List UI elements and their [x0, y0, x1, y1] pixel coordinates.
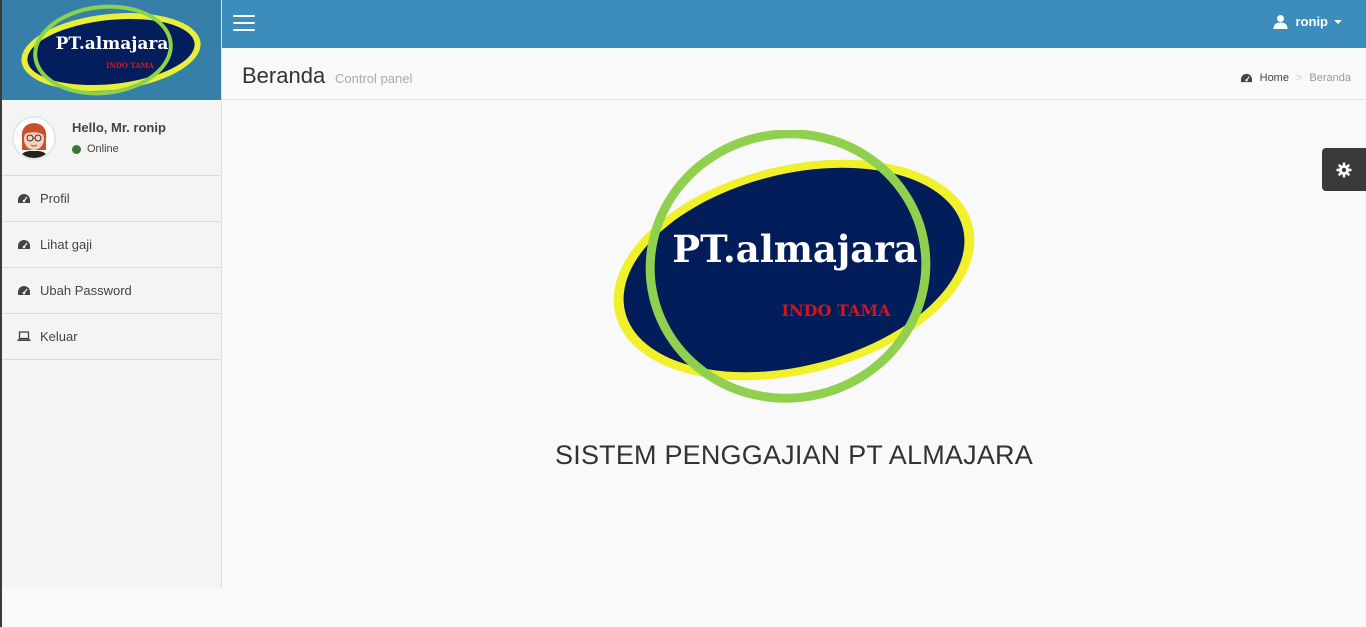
sidebar-item-keluar[interactable]: Keluar	[0, 314, 221, 360]
user-status: Online	[72, 143, 166, 155]
user-greeting: Hello, Mr. ronip	[72, 120, 166, 135]
status-label: Online	[87, 143, 119, 155]
svg-text:PT.almajara: PT.almajara	[672, 227, 917, 271]
breadcrumb: Home > Beranda	[1240, 72, 1351, 84]
main-company-logo: PT.almajara INDO TAMA	[608, 129, 980, 415]
sidebar-item-lihat-gaji[interactable]: Lihat gaji	[0, 222, 221, 268]
brand-logo[interactable]: PT.almajara INDO TAMA	[0, 0, 221, 100]
user-icon	[1273, 15, 1287, 29]
user-panel: Hello, Mr. ronip Online	[0, 100, 221, 176]
user-menu-dropdown[interactable]: ronip	[1273, 14, 1342, 29]
avatar	[12, 115, 56, 160]
company-logo: PT.almajara INDO TAMA	[20, 4, 201, 96]
breadcrumb-home-label: Home	[1259, 72, 1289, 84]
dashboard-icon	[17, 238, 31, 252]
system-title: SISTEM PENGGAJIAN PT ALMAJARA	[555, 440, 1033, 470]
sidebar-item-label: Profil	[40, 191, 70, 206]
svg-text:INDO TAMA: INDO TAMA	[781, 301, 891, 320]
laptop-icon	[17, 330, 31, 344]
sidebar-item-ubah-password[interactable]: Ubah Password	[0, 268, 221, 314]
breadcrumb-separator: >	[1295, 72, 1303, 84]
company-logo: PT.almajara INDO TAMA	[613, 129, 975, 403]
dashboard-icon	[1240, 73, 1252, 82]
page-subtitle: Control panel	[335, 71, 413, 86]
content-header: Beranda Control panel Home > Beranda	[222, 48, 1366, 100]
svg-text:PT.almajara: PT.almajara	[55, 34, 168, 54]
sidebar-item-label: Lihat gaji	[40, 237, 93, 252]
top-navbar: ronip	[222, 0, 1366, 48]
username-label: ronip	[1295, 14, 1329, 29]
sidebar-item-label: Ubah Password	[40, 283, 132, 298]
breadcrumb-home[interactable]: Home	[1240, 72, 1289, 84]
sidebar-item-profil[interactable]: Profil	[0, 176, 221, 222]
online-status-icon	[72, 144, 81, 154]
dashboard-icon	[17, 192, 31, 206]
sidebar-item-label: Keluar	[40, 329, 78, 344]
svg-text:INDO TAMA: INDO TAMA	[106, 61, 154, 70]
gear-icon	[1336, 162, 1352, 177]
sidebar-toggle-icon[interactable]	[233, 15, 255, 33]
caret-down-icon	[1334, 19, 1342, 24]
window-edge	[0, 0, 2, 627]
dashboard-icon	[17, 284, 31, 298]
settings-gear-button[interactable]	[1322, 148, 1366, 191]
sidebar: PT.almajara INDO TAMA Hello, Mr. ronip O…	[0, 0, 222, 588]
breadcrumb-current: Beranda	[1309, 72, 1351, 84]
page-title: Beranda	[242, 63, 326, 88]
